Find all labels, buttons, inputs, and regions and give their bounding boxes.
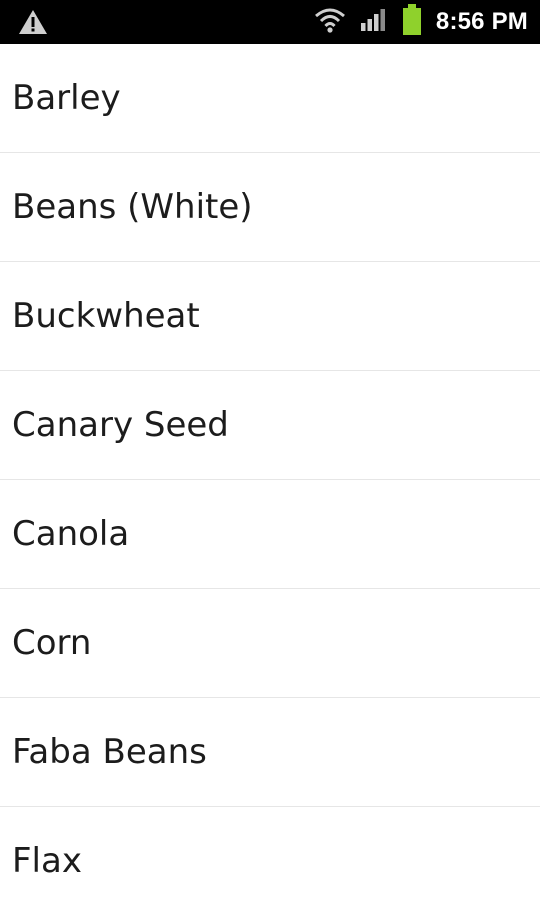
list-item-label: Corn (12, 623, 92, 663)
list-item-beans-white[interactable]: Beans (White) (0, 153, 540, 262)
status-bar: 8:56 PM (0, 0, 540, 44)
list-item-buckwheat[interactable]: Buckwheat (0, 262, 540, 371)
list-item-corn[interactable]: Corn (0, 589, 540, 698)
list-item-label: Buckwheat (12, 296, 200, 336)
list-item-label: Canary Seed (12, 405, 229, 445)
warning-icon (18, 8, 48, 36)
list-item-canola[interactable]: Canola (0, 480, 540, 589)
clock: 8:56 PM (435, 8, 528, 35)
list-item-label: Barley (12, 78, 121, 118)
signal-icon (360, 8, 388, 36)
list-item-flax[interactable]: Flax (0, 807, 540, 900)
wifi-icon (314, 6, 346, 38)
list-item-faba-beans[interactable]: Faba Beans (0, 698, 540, 807)
crop-list[interactable]: Barley Beans (White) Buckwheat Canary Se… (0, 44, 540, 900)
list-item-label: Beans (White) (12, 187, 253, 227)
list-item-barley[interactable]: Barley (0, 44, 540, 153)
list-item-label: Flax (12, 841, 82, 881)
list-item-canary-seed[interactable]: Canary Seed (0, 371, 540, 480)
list-item-label: Faba Beans (12, 732, 207, 772)
battery-icon (402, 4, 422, 40)
list-item-label: Canola (12, 514, 130, 554)
status-icons: 8:56 PM (314, 0, 528, 44)
